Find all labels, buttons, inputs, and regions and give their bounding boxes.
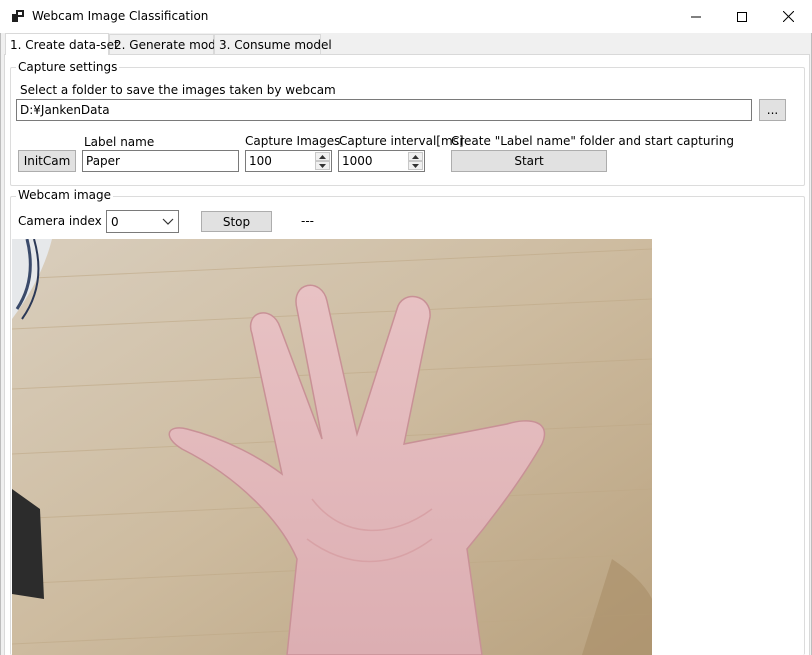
capture-interval-caption: Capture interval[ms] (339, 134, 464, 148)
window-title: Webcam Image Classification (32, 9, 209, 23)
browse-folder-button[interactable]: ... (759, 99, 786, 121)
capture-interval-increment[interactable] (408, 152, 423, 161)
app-icon (12, 10, 24, 22)
camera-index-select[interactable]: 0 (106, 210, 179, 233)
folder-prompt-label: Select a folder to save the images taken… (20, 83, 336, 97)
webcam-image-title: Webcam image (16, 188, 113, 202)
webcam-image (12, 239, 652, 655)
capture-images-increment[interactable] (315, 152, 330, 161)
maximize-icon (737, 11, 747, 22)
arrow-down-icon (319, 163, 326, 168)
webcam-status-text: --- (301, 214, 314, 228)
camera-index-label: Camera index (18, 214, 102, 228)
capture-images-caption: Capture Images (245, 134, 341, 148)
minimize-icon (691, 16, 701, 17)
folder-path-input[interactable]: D:¥JankenData (16, 99, 752, 121)
arrow-up-icon (319, 154, 326, 159)
arrow-down-icon (412, 163, 419, 168)
start-capture-button[interactable]: Start (451, 150, 607, 172)
capture-interval-decrement[interactable] (408, 161, 423, 170)
arrow-up-icon (412, 154, 419, 159)
camera-index-value: 0 (111, 215, 119, 229)
minimize-button[interactable] (673, 0, 719, 33)
capture-interval-stepper[interactable]: 1000 (338, 150, 425, 172)
initcam-button[interactable]: InitCam (18, 150, 76, 172)
tab-create-dataset[interactable]: 1. Create data-set (5, 33, 119, 55)
capture-interval-value: 1000 (342, 154, 373, 168)
close-icon (782, 11, 794, 22)
capture-images-stepper[interactable]: 100 (245, 150, 332, 172)
capture-images-decrement[interactable] (315, 161, 330, 170)
tab-consume-model[interactable]: 3. Consume model (214, 34, 332, 54)
label-name-input[interactable]: Paper (82, 150, 239, 172)
chevron-down-icon (162, 218, 174, 225)
maximize-button[interactable] (719, 0, 765, 33)
capture-images-value: 100 (249, 154, 272, 168)
capture-settings-title: Capture settings (16, 60, 120, 74)
label-name-caption: Label name (84, 135, 155, 149)
tab-generate-model[interactable]: 2. Generate model (109, 34, 227, 54)
close-button[interactable] (765, 0, 811, 33)
stop-button[interactable]: Stop (201, 211, 272, 232)
start-caption: Create "Label name" folder and start cap… (451, 134, 734, 148)
